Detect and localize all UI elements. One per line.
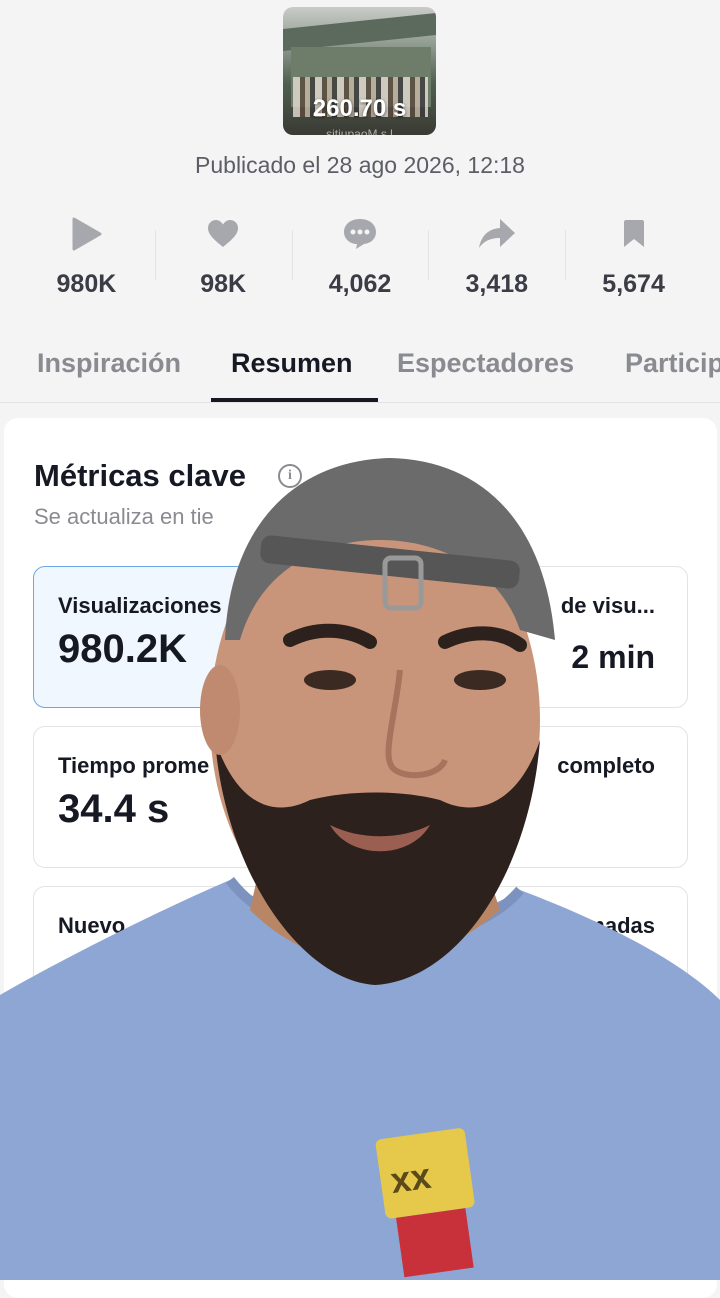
bookmark-icon xyxy=(614,212,654,256)
comment-icon xyxy=(340,212,380,256)
stat-value: 98K xyxy=(200,270,247,298)
tab-participacion[interactable]: Particip xyxy=(625,348,720,379)
active-tab-indicator xyxy=(211,398,378,402)
stat-shares: 3,418 xyxy=(428,212,565,307)
metric-value: 2 min xyxy=(571,639,655,675)
info-icon[interactable]: i xyxy=(278,464,302,488)
tab-inspiracion[interactable]: Inspiración xyxy=(37,348,181,379)
metric-label: de visu... xyxy=(560,593,655,618)
metric-value: 980.2K xyxy=(58,627,187,671)
metric-card-views[interactable]: Visualizaciones 980.2K xyxy=(33,566,355,708)
thumbnail-roof xyxy=(283,12,436,52)
thumbnail-caption: sitiupaoM s l xyxy=(326,127,393,135)
video-duration: 260.70 s xyxy=(312,95,407,122)
metric-card-watch-time[interactable]: de visu... 2 min xyxy=(366,566,688,708)
heart-icon xyxy=(203,212,243,256)
published-date: Publicado el 28 ago 2026, 12:18 xyxy=(195,152,525,178)
metric-card-completion[interactable]: completo xyxy=(366,726,688,868)
key-metrics-subtitle: Se actualiza en tie xyxy=(34,504,214,529)
stat-comments: 4,062 xyxy=(291,212,429,307)
metric-label: timadas xyxy=(571,913,655,938)
play-icon xyxy=(66,212,106,256)
analytics-tabs: Inspiración Resumen Espectadores Partici… xyxy=(0,340,720,403)
metric-label: Nuevo xyxy=(58,913,126,938)
share-icon xyxy=(477,212,517,256)
key-metrics-panel: Métricas clave i Se actualiza en tie Vis… xyxy=(4,418,717,1298)
tab-resumen[interactable]: Resumen xyxy=(231,348,353,379)
stat-value: 3,418 xyxy=(465,270,529,298)
stats-row: 980K 98K 4,062 3,418 5,674 xyxy=(18,212,702,307)
metric-value: 34.4 s xyxy=(58,787,170,831)
metric-label: completo xyxy=(557,753,655,778)
tab-espectadores[interactable]: Espectadores xyxy=(397,348,574,379)
metric-label: Tiempo prome xyxy=(58,753,210,778)
metric-card-new-followers[interactable]: Nuevo xyxy=(33,886,355,1028)
metric-card-avg-time[interactable]: Tiempo prome 34.4 s xyxy=(33,726,355,868)
key-metrics-title: Métricas clave xyxy=(34,458,246,493)
stat-value: 5,674 xyxy=(602,270,665,298)
stat-views: 980K xyxy=(18,212,155,307)
video-thumbnail[interactable]: 260.70 s sitiupaoM s l xyxy=(283,7,436,135)
stat-value: 980K xyxy=(56,270,117,298)
stat-saves: 5,674 xyxy=(565,212,702,307)
metric-card-estimated[interactable]: timadas xyxy=(366,886,688,1028)
stat-likes: 98K xyxy=(154,212,292,307)
metric-label: Visualizaciones xyxy=(58,593,222,618)
stat-value: 4,062 xyxy=(328,270,392,298)
